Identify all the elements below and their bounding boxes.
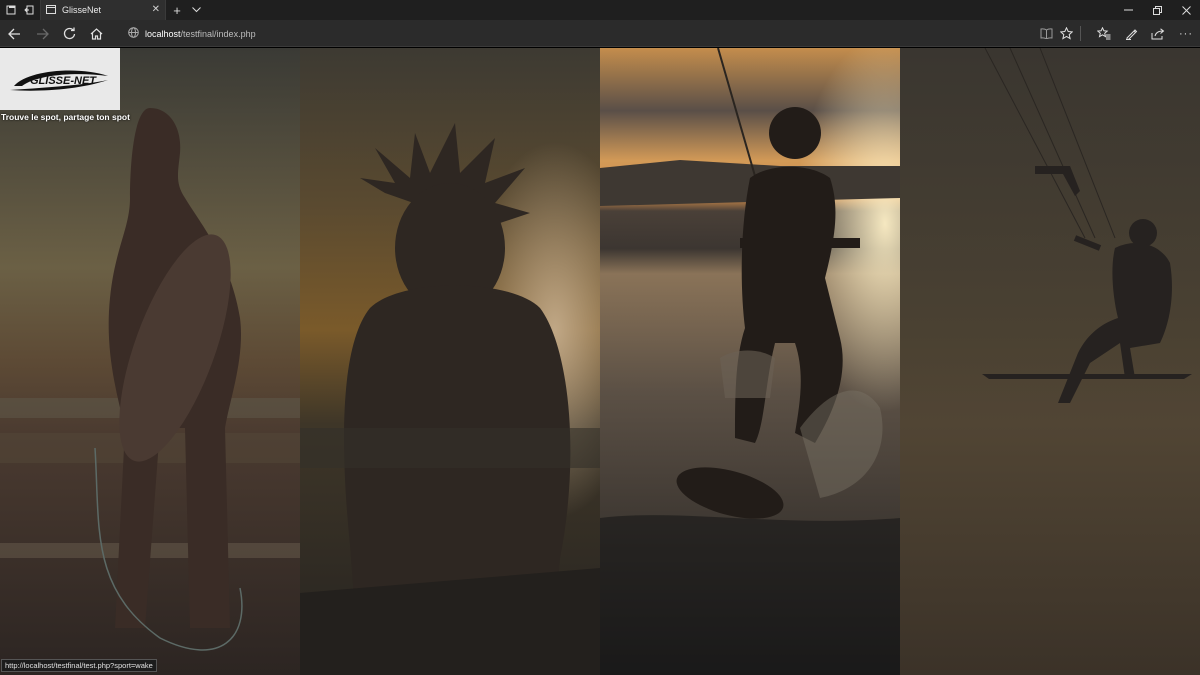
- address-path: /testfinal/index.php: [180, 28, 256, 39]
- minimize-button[interactable]: [1113, 0, 1143, 20]
- share-icon[interactable]: [1144, 20, 1172, 47]
- add-favorite-star-icon[interactable]: [1052, 20, 1080, 47]
- sport-panel-paddle[interactable]: [300, 48, 600, 675]
- restore-button[interactable]: [1142, 0, 1172, 20]
- home-button[interactable]: [82, 20, 110, 47]
- tab-preview-chevron-icon[interactable]: [189, 0, 203, 20]
- status-url-preview: http://localhost/testfinal/test.php?spor…: [1, 659, 157, 672]
- refresh-button[interactable]: [55, 20, 83, 47]
- address-toolbar: localhost/testfinal/index.php ···: [0, 20, 1200, 47]
- address-url[interactable]: localhost/testfinal/index.php: [145, 29, 256, 39]
- tab-glissenet[interactable]: GlisseNet ✕: [40, 0, 166, 20]
- address-host: localhost: [145, 28, 181, 39]
- new-tab-button[interactable]: +: [170, 0, 184, 20]
- sport-panel-wake[interactable]: [600, 48, 900, 675]
- globe-icon: [128, 25, 139, 43]
- more-menu-button[interactable]: ···: [1172, 20, 1200, 47]
- title-bar: GlisseNet ✕ +: [0, 0, 1200, 20]
- forward-button[interactable]: [28, 20, 56, 47]
- web-note-pen-icon[interactable]: [1117, 20, 1145, 47]
- toolbar-separator: [1080, 26, 1081, 41]
- close-window-button[interactable]: [1171, 0, 1200, 20]
- set-tabs-aside-icon[interactable]: [20, 0, 38, 20]
- tab-manager-icon[interactable]: [2, 0, 20, 20]
- tab-title: GlisseNet: [62, 5, 102, 15]
- logo-text: GLISSE-NET: [30, 75, 97, 87]
- address-bar[interactable]: localhost/testfinal/index.php: [128, 20, 256, 47]
- page-favicon-icon: [46, 4, 56, 16]
- site-tagline: Trouve le spot, partage ton spot: [1, 112, 130, 122]
- glisse-net-logo-icon: GLISSE-NET: [10, 70, 108, 91]
- site-logo[interactable]: GLISSE-NET: [0, 48, 120, 110]
- back-button[interactable]: [0, 20, 28, 47]
- favorites-hub-icon[interactable]: [1090, 20, 1118, 47]
- tab-close-icon[interactable]: ✕: [152, 4, 160, 16]
- page-content: GLISSE-NET Trouve le spot, partage ton s…: [0, 48, 1200, 675]
- sport-panel-surf[interactable]: [0, 48, 300, 675]
- sport-panel-kite[interactable]: [900, 48, 1200, 675]
